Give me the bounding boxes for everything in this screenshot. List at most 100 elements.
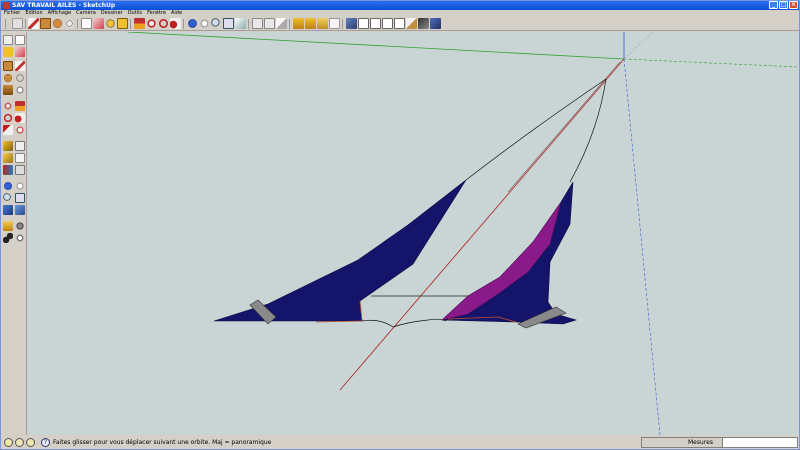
close-button[interactable]: × [789, 1, 798, 9]
pan-icon[interactable] [15, 181, 25, 191]
minimize-button[interactable]: _ [769, 1, 778, 9]
rectangle-icon[interactable] [3, 61, 13, 71]
text-icon[interactable] [15, 153, 25, 163]
arc-icon[interactable] [64, 18, 75, 29]
toolbar-separator [342, 19, 343, 29]
3d-viewport[interactable] [28, 32, 798, 435]
line-icon[interactable] [15, 61, 25, 71]
toolbar-separator [25, 19, 26, 29]
move-icon[interactable] [3, 101, 13, 111]
walk-icon[interactable] [293, 18, 304, 29]
eraser-icon[interactable] [93, 18, 104, 29]
circle-icon[interactable] [52, 18, 63, 29]
pencil-icon[interactable] [28, 18, 39, 29]
view-iso-icon[interactable] [346, 18, 357, 29]
axes-icon[interactable] [3, 165, 13, 175]
freehand-icon[interactable] [15, 85, 25, 95]
center-curve [361, 318, 447, 328]
previous-view-icon[interactable] [252, 18, 263, 29]
text-icon[interactable] [329, 18, 340, 29]
model-scene [127, 32, 798, 435]
menu-dessiner[interactable]: Dessiner [101, 10, 123, 17]
pan-icon[interactable] [199, 18, 210, 29]
credits-icon[interactable] [15, 438, 24, 447]
circle-icon[interactable] [3, 73, 13, 83]
green-axis-dashed [623, 58, 798, 68]
paint-bucket-icon[interactable] [117, 18, 128, 29]
status-bar: ? Faites glisser pour vous déplacer suiv… [1, 436, 799, 449]
orbit-icon[interactable] [187, 18, 198, 29]
dimension-icon[interactable] [15, 141, 25, 151]
followme-icon[interactable] [170, 18, 181, 29]
zoom-icon[interactable] [211, 18, 222, 29]
arc-icon[interactable] [15, 73, 25, 83]
look-around-icon[interactable] [15, 221, 25, 231]
offset-icon[interactable] [15, 125, 25, 135]
left-tool-palette [1, 32, 27, 435]
menu-affichage[interactable]: Affichage [48, 10, 72, 17]
user-icon[interactable] [26, 438, 35, 447]
walk-icon[interactable] [3, 233, 13, 243]
orbit-icon[interactable] [3, 181, 13, 191]
window-controls: _ □ × [769, 1, 798, 10]
title-bar[interactable]: SAV TRAVAIL AILES - SketchUp _ □ × [1, 1, 799, 10]
shaded-icon[interactable] [418, 18, 429, 29]
rotate-icon[interactable] [158, 18, 169, 29]
section-plane-icon[interactable] [15, 233, 25, 243]
view-right-icon[interactable] [382, 18, 393, 29]
polygon-icon[interactable] [3, 85, 13, 95]
zoom-window-icon[interactable] [223, 18, 234, 29]
red-axis-shadow [507, 61, 621, 193]
toolbar-grip[interactable] [5, 19, 6, 29]
make-component-icon[interactable] [81, 18, 92, 29]
maximize-button[interactable]: □ [779, 1, 788, 9]
menu-edition[interactable]: Edition [25, 10, 42, 17]
move-icon[interactable] [146, 18, 157, 29]
rectangle-icon[interactable] [40, 18, 51, 29]
measurements-input[interactable] [722, 438, 797, 447]
textured-icon[interactable] [430, 18, 441, 29]
toolbar-separator [289, 19, 290, 29]
pushpull-icon[interactable] [15, 101, 25, 111]
section-plane-icon[interactable] [276, 18, 287, 29]
look-around-icon[interactable] [305, 18, 316, 29]
view-front-icon[interactable] [370, 18, 381, 29]
position-camera-icon[interactable] [3, 221, 13, 231]
protractor-icon[interactable] [3, 153, 13, 163]
component-icon[interactable] [15, 35, 25, 45]
tape-measure-icon[interactable] [105, 18, 116, 29]
sketchup-window: SAV TRAVAIL AILES - SketchUp _ □ × Fichi… [0, 0, 800, 450]
view-left-icon[interactable] [406, 18, 417, 29]
geolocation-icon[interactable] [4, 438, 13, 447]
view-top-icon[interactable] [358, 18, 369, 29]
scale-icon[interactable] [3, 125, 13, 135]
menu-fichier[interactable]: Fichier [4, 10, 20, 17]
toolbar-separator [183, 19, 184, 29]
zoom-extents-icon[interactable] [235, 18, 246, 29]
followme-icon[interactable] [15, 113, 25, 123]
help-icon[interactable]: ? [41, 438, 50, 447]
tape-measure-icon[interactable] [3, 141, 13, 151]
zoom-icon[interactable] [3, 193, 13, 203]
menu-fenetre[interactable]: Fenêtre [147, 10, 166, 17]
paint-bucket-icon[interactable] [3, 47, 13, 57]
rotate-icon[interactable] [3, 113, 13, 123]
3d-text-icon[interactable] [15, 165, 25, 175]
select-arrow-icon[interactable] [12, 18, 23, 29]
menu-outils[interactable]: Outils [128, 10, 142, 17]
position-camera-icon[interactable] [317, 18, 328, 29]
next-view-icon[interactable] [264, 18, 275, 29]
pushpull-icon[interactable] [134, 18, 145, 29]
previous-view-icon[interactable] [15, 205, 25, 215]
view-back-icon[interactable] [394, 18, 405, 29]
zoom-window-icon[interactable] [15, 193, 25, 203]
zoom-extents-icon[interactable] [3, 205, 13, 215]
measurements-box: Mesures [641, 437, 798, 448]
sketchup-app-icon [3, 2, 10, 9]
select-icon[interactable] [3, 35, 13, 45]
eraser-icon[interactable] [15, 47, 25, 57]
green-axis-line [127, 32, 625, 60]
menu-camera[interactable]: Caméra [76, 10, 96, 17]
window-title: SAV TRAVAIL AILES - SketchUp [12, 2, 116, 9]
menu-aide[interactable]: Aide [171, 10, 182, 17]
